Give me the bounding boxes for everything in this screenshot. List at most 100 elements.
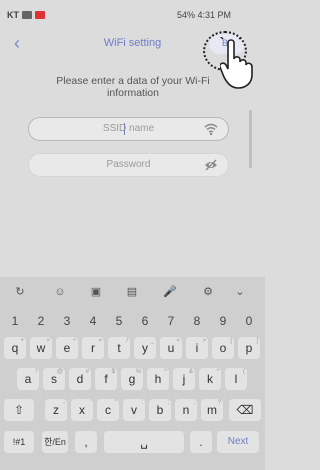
- backspace-icon: ⌫: [236, 403, 254, 417]
- key-4[interactable]: 4: [82, 310, 104, 332]
- key-a[interactable]: a!: [17, 368, 39, 390]
- period-key[interactable]: .: [190, 431, 212, 453]
- space-key[interactable]: ␣: [104, 431, 184, 453]
- key-k-label: k: [207, 372, 213, 386]
- key-y-label: y: [142, 341, 148, 355]
- status-right: 54% 4:31 PM: [176, 10, 231, 20]
- key-i-label: i: [195, 341, 199, 355]
- key-e-hint: ÷: [72, 338, 76, 344]
- instruction-text: Please enter a data of your Wi-Fi inform…: [56, 75, 210, 99]
- shift-key[interactable]: ⇧: [4, 399, 34, 421]
- eye-icon[interactable]: [204, 158, 218, 172]
- key-c[interactable]: c ": [97, 399, 119, 421]
- key-8[interactable]: 8: [186, 310, 208, 332]
- carrier-label: KT: [7, 10, 19, 20]
- key-m-label: m: [207, 403, 217, 417]
- key-u[interactable]: u <: [160, 337, 182, 359]
- status-bar: KT 54% 4:31 PM: [0, 0, 265, 28]
- key-q-label: q: [11, 341, 19, 355]
- key-r-label: r: [91, 341, 95, 355]
- key-b-hint: ;: [167, 400, 169, 406]
- gif-icon[interactable]: ▤: [124, 284, 140, 300]
- key-h-label: h: [154, 372, 162, 386]
- key-r[interactable]: r =: [82, 337, 104, 359]
- key-2[interactable]: 2: [30, 310, 52, 332]
- password-input[interactable]: Password: [28, 153, 229, 177]
- next-key[interactable]: Next: [217, 431, 259, 453]
- space-bar-icon: ␣: [140, 435, 148, 449]
- shift-icon: ⇧: [13, 403, 25, 417]
- language-key[interactable]: 한/En: [42, 431, 68, 453]
- key-o-label: o: [219, 341, 227, 355]
- key-n[interactable]: n,: [175, 399, 197, 421]
- key-s-hint: @: [56, 369, 63, 375]
- key-m[interactable]: m?: [201, 399, 223, 421]
- chevron-down-icon[interactable]: ⌄: [232, 284, 248, 300]
- key-j-hint: &: [188, 369, 193, 375]
- key-d[interactable]: d #: [69, 368, 91, 390]
- key-y-hint: _: [150, 338, 154, 344]
- key-p[interactable]: p]: [238, 337, 260, 359]
- key-6[interactable]: 6: [134, 310, 156, 332]
- key-9[interactable]: 9: [212, 310, 234, 332]
- key-k-hint: *: [216, 369, 219, 375]
- key-b-label: b: [156, 403, 164, 417]
- key-5[interactable]: 5: [108, 310, 130, 332]
- password-placeholder: Password: [106, 159, 151, 170]
- sticker-icon[interactable]: ▣: [88, 284, 104, 300]
- key-l-label: l: [234, 372, 238, 386]
- key-l[interactable]: l(: [225, 368, 247, 390]
- key-p-hint: ]: [256, 338, 258, 344]
- key-a-label: a: [24, 372, 32, 386]
- key-3[interactable]: 3: [56, 310, 78, 332]
- key-t-hint: /: [126, 338, 128, 344]
- key-a-hint: !: [35, 369, 37, 375]
- comma-key[interactable]: ,: [75, 431, 97, 453]
- key-k[interactable]: k *: [199, 368, 221, 390]
- keyboard-toolbar: ↻ ☺ ▣ ▤ 🎤 ⚙ ⌄: [0, 277, 265, 307]
- key-u-hint: <: [176, 338, 180, 344]
- key-i[interactable]: i >: [186, 337, 208, 359]
- key-y[interactable]: y _: [134, 337, 156, 359]
- key-o[interactable]: o[: [212, 337, 234, 359]
- scrollbar[interactable]: [249, 110, 252, 168]
- key-j[interactable]: j &: [173, 368, 195, 390]
- key-t-label: t: [117, 341, 121, 355]
- key-0[interactable]: 0: [238, 310, 260, 332]
- symbols-key[interactable]: !#1: [4, 431, 34, 453]
- key-x[interactable]: x ': [71, 399, 93, 421]
- key-o-hint: [: [230, 338, 232, 344]
- key-m-hint: ?: [217, 400, 221, 406]
- status-left: KT: [7, 10, 45, 20]
- key-z[interactable]: z-: [45, 399, 67, 421]
- key-x-label: x: [79, 403, 85, 417]
- key-e-label: e: [63, 341, 71, 355]
- ssid-input[interactable]: SSID name: [28, 117, 229, 141]
- mic-icon[interactable]: 🎤: [162, 284, 178, 300]
- key-u-label: u: [167, 341, 175, 355]
- settings-gear-icon[interactable]: ⚙: [200, 284, 216, 300]
- key-e[interactable]: e ÷: [56, 337, 78, 359]
- backspace-key[interactable]: ⌫: [229, 399, 261, 421]
- key-q[interactable]: q +: [4, 337, 26, 359]
- rotate-icon[interactable]: ↻: [12, 284, 28, 300]
- key-r-hint: =: [98, 338, 102, 344]
- emoji-icon[interactable]: ☺: [52, 284, 68, 300]
- key-t[interactable]: t /: [108, 337, 130, 359]
- key-w[interactable]: w ×: [30, 337, 52, 359]
- key-7[interactable]: 7: [160, 310, 182, 332]
- key-s[interactable]: s @: [43, 368, 65, 390]
- key-1[interactable]: 1: [4, 310, 26, 332]
- wifi-icon[interactable]: [204, 122, 218, 136]
- key-n-label: n: [182, 403, 190, 417]
- key-f[interactable]: f $: [95, 368, 117, 390]
- key-b[interactable]: b;: [149, 399, 171, 421]
- key-v[interactable]: v:: [123, 399, 145, 421]
- key-g-label: g: [128, 372, 136, 386]
- key-l-hint: (: [243, 369, 245, 375]
- key-c-hint: ": [114, 400, 117, 406]
- key-g[interactable]: g%: [121, 368, 143, 390]
- key-v-label: v: [131, 403, 137, 417]
- alert-notification-icon: [35, 11, 45, 19]
- key-h[interactable]: h ^: [147, 368, 169, 390]
